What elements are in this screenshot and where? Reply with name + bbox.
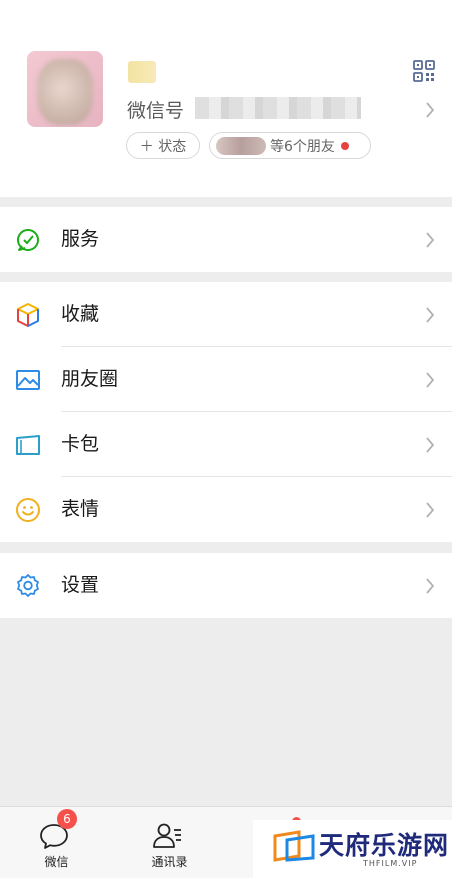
add-status-button[interactable]: ＋ 状态	[126, 132, 200, 159]
gear-icon	[17, 574, 39, 597]
qr-code-icon[interactable]	[413, 60, 435, 82]
chevron-right-icon	[426, 232, 435, 248]
card-wallet-icon	[16, 435, 40, 455]
menu-item-settings[interactable]: 设置	[0, 553, 452, 618]
watermark-title: 天府乐游网	[319, 831, 450, 860]
menu-label-stickers: 表情	[61, 498, 100, 520]
tab-contacts[interactable]: 通讯录	[113, 807, 226, 878]
smiley-icon	[16, 498, 40, 522]
unread-dot	[340, 141, 349, 150]
add-status-label: ＋ 状态	[139, 138, 187, 155]
menu-item-stickers[interactable]: 表情	[0, 477, 452, 542]
profile-header[interactable]: 微信号 ＋ 状态 等6个朋友	[0, 0, 452, 197]
menu-label-services: 服务	[61, 228, 100, 250]
friends-status-text: 等6个朋友	[270, 138, 335, 155]
friend-avatars-blurred	[216, 136, 266, 155]
chevron-right-icon	[426, 502, 435, 518]
menu-label-moments: 朋友圈	[61, 368, 119, 390]
chevron-right-icon	[426, 307, 435, 323]
friends-status-pill[interactable]: 等6个朋友	[209, 132, 371, 159]
tab-chats[interactable]: 6 微信	[0, 807, 113, 878]
menu-group-settings: 设置	[0, 553, 452, 618]
wechat-id-blurred	[195, 97, 361, 119]
site-watermark: 天府乐游网 THFILM.VIP	[253, 820, 452, 878]
menu-label-favorites: 收藏	[61, 303, 100, 325]
unread-badge: 6	[57, 809, 77, 829]
tab-contacts-label: 通讯录	[151, 855, 188, 869]
menu-group-main: 收藏 朋友圈 卡包 表情	[0, 282, 452, 542]
menu-label-settings: 设置	[61, 574, 100, 596]
chevron-right-icon	[426, 102, 435, 118]
wechat-id-label: 微信号	[127, 100, 185, 122]
watermark-subtitle: THFILM.VIP	[363, 859, 418, 868]
avatar[interactable]	[27, 51, 103, 127]
chevron-right-icon	[426, 437, 435, 453]
menu-item-favorites[interactable]: 收藏	[0, 282, 452, 347]
chevron-right-icon	[426, 372, 435, 388]
menu-item-moments[interactable]: 朋友圈	[0, 347, 452, 412]
watermark-logo-icon	[273, 830, 315, 862]
menu-item-cards[interactable]: 卡包	[0, 412, 452, 477]
tab-chats-label: 微信	[44, 855, 69, 869]
chevron-right-icon	[426, 578, 435, 594]
menu-item-services[interactable]: 服务	[0, 207, 452, 272]
contacts-icon	[153, 823, 181, 848]
moments-image-icon	[16, 370, 40, 390]
menu-label-cards: 卡包	[61, 433, 100, 455]
services-icon	[17, 229, 39, 251]
favorites-cube-icon	[17, 303, 39, 327]
menu-group-services: 服务	[0, 207, 452, 272]
nickname-blurred	[128, 61, 156, 83]
